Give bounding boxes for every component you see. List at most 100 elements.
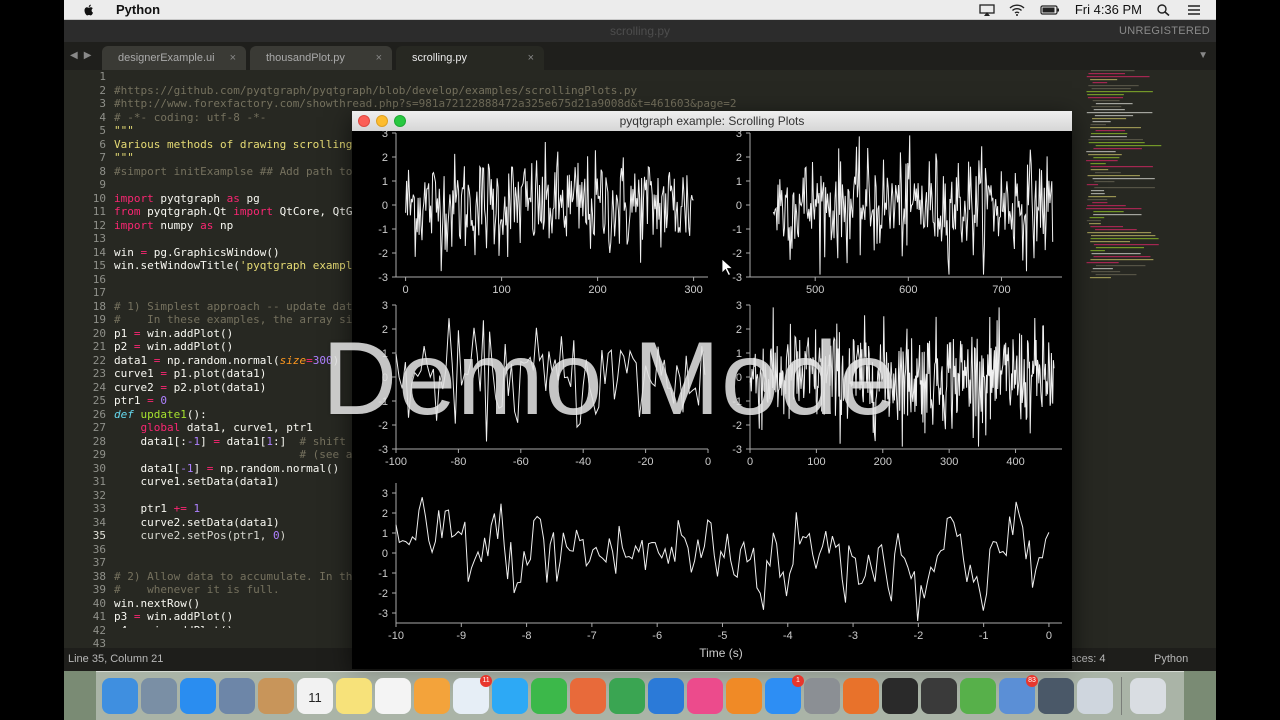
minimap-line — [1086, 184, 1099, 186]
code-token: curve1 — [114, 367, 161, 380]
tab-scrolling[interactable]: scrolling.py × — [396, 46, 544, 70]
dock-launchpad-icon[interactable] — [141, 678, 177, 714]
dock-ibooks-icon[interactable] — [726, 678, 762, 714]
minimap-line — [1093, 211, 1124, 213]
code-token: 1 — [266, 434, 273, 448]
dock-terminal-icon[interactable] — [882, 678, 918, 714]
zoom-window-button[interactable] — [394, 115, 406, 127]
minimap-line — [1090, 169, 1109, 171]
dock-facetime-icon[interactable] — [531, 678, 567, 714]
dock-app-store-icon[interactable]: 1 — [765, 675, 804, 714]
dock-movie-app-icon[interactable] — [1038, 678, 1074, 714]
line-number: 16 — [92, 272, 106, 286]
dock-finder-icon[interactable] — [102, 678, 138, 714]
code-token: #http://www.forexfactory.com/showthread.… — [114, 97, 737, 110]
spotlight-search-icon[interactable] — [1156, 3, 1172, 16]
dock-app-11-icon[interactable]: 11 — [453, 675, 492, 714]
y-tick-label: 3 — [382, 131, 388, 140]
minimap-line — [1088, 196, 1117, 198]
code-token: # 2) Allow data to accumulate. In thes — [114, 569, 366, 583]
dock-safari-icon[interactable] — [180, 678, 216, 714]
battery-icon[interactable] — [1039, 4, 1061, 16]
code-token: curve2.setData(data1) — [114, 515, 280, 529]
x-tick-label: -60 — [513, 456, 529, 468]
code-token: win.nextRow() — [114, 596, 201, 610]
line-number: 36 — [92, 542, 106, 556]
plot-1[interactable]: 3 2 1 0 -1 -2 -3 0 100 200 300 — [378, 131, 708, 296]
tab-nav-arrows-icon[interactable]: ◀▶ — [70, 50, 97, 61]
plot-5[interactable]: 3210-1-2-3-10 -9 -8 -7 -6 -5 -4 -3 -2 -1 0Time (s) — [378, 483, 1062, 660]
tab-designerexample[interactable]: designerExample.ui × — [102, 46, 246, 70]
minimap-line — [1087, 232, 1152, 234]
dock-messages-icon[interactable] — [492, 678, 528, 714]
code-token: 0 — [272, 529, 280, 542]
dock-keynote-paint-icon[interactable] — [570, 678, 606, 714]
dock-preview-icon[interactable] — [219, 678, 255, 714]
airplay-icon[interactable] — [979, 3, 995, 16]
code-token: data1 — [114, 353, 154, 367]
wifi-icon[interactable] — [1009, 3, 1025, 16]
dock-itunes-icon[interactable] — [687, 678, 723, 714]
y-tick-label: 0 — [382, 200, 388, 212]
dock-photos-icon[interactable] — [414, 678, 450, 714]
line-number: 20 — [92, 326, 106, 340]
notification-center-icon[interactable] — [1186, 4, 1202, 16]
code-token: np.random.normal() — [213, 461, 340, 475]
dock-qt-creator-icon[interactable] — [960, 678, 996, 714]
minimap[interactable] — [1084, 70, 1184, 300]
line-number: 22 — [92, 353, 106, 367]
clock[interactable]: Fri 4:36 PM — [1075, 2, 1142, 17]
dock-firefox-icon[interactable] — [843, 678, 879, 714]
code-token: win.addPlot() — [140, 326, 234, 340]
tab-thousandplot[interactable]: thousandPlot.py × — [250, 46, 392, 70]
x-tick-label: -5 — [718, 630, 728, 642]
line-number: 1 — [99, 70, 106, 83]
dock-keynote-icon[interactable] — [648, 678, 684, 714]
syntax-selector[interactable]: Python — [1154, 648, 1188, 671]
minimize-window-button[interactable] — [376, 115, 388, 127]
app-name-menu[interactable]: Python — [116, 2, 160, 17]
minimap-line — [1087, 199, 1108, 201]
close-icon[interactable]: × — [376, 46, 382, 70]
dock-app-83-icon[interactable]: 83 — [999, 675, 1038, 714]
x-tick-label: 200 — [874, 456, 892, 468]
y-tick-label: -3 — [378, 608, 388, 620]
close-icon[interactable]: × — [528, 46, 534, 70]
minimap-line — [1090, 133, 1128, 135]
dock-calendar-icon[interactable]: 11 — [297, 678, 333, 714]
close-window-button[interactable] — [358, 115, 370, 127]
dock-sublime-text-icon[interactable] — [921, 678, 957, 714]
apple-menu-icon[interactable] — [82, 3, 96, 17]
plot-2[interactable]: 3 2 1 0 -1 -2 -3 500 600 700 — [732, 131, 1062, 296]
tab-overflow-icon[interactable]: ▼ — [1198, 50, 1208, 61]
minimap-line — [1095, 103, 1133, 105]
minimap-line — [1090, 235, 1156, 237]
line-number: 37 — [92, 556, 106, 569]
minimap-line — [1086, 220, 1101, 222]
line-number: 30 — [92, 461, 106, 475]
code-token: win.addPlot() — [140, 340, 234, 353]
minimap-line — [1091, 253, 1141, 255]
y-tick-label: 3 — [736, 131, 742, 140]
line-number-gutter: 1 2 3 4 5 6 7 8 9 10 11 12 13 14 15 16 17 18 19 20 21 22 23 24 2… — [64, 70, 106, 650]
dock-numbers-icon[interactable] — [609, 678, 645, 714]
close-icon[interactable]: × — [230, 46, 236, 70]
dock-rocket-app-icon[interactable] — [1077, 678, 1113, 714]
minimap-line — [1086, 208, 1142, 210]
dock-trash-icon[interactable] — [1130, 678, 1166, 714]
dock-contacts-icon[interactable] — [258, 678, 294, 714]
dock-system-preferences-icon[interactable] — [804, 678, 840, 714]
y-tick-label: -1 — [378, 224, 388, 236]
dock-reminders-icon[interactable] — [375, 678, 411, 714]
code-token: data1, curve1, ptr1 — [180, 421, 313, 434]
code-token: # 1) Simplest approach -- update data — [114, 299, 366, 313]
x-tick-label: 700 — [992, 284, 1010, 296]
code-token: = — [160, 380, 167, 394]
indentation-setting[interactable]: aces: 4 — [1070, 648, 1105, 671]
line-number: 4 — [99, 110, 106, 124]
line-number: 41 — [92, 610, 106, 623]
dock-notes-icon[interactable] — [336, 678, 372, 714]
code-token: curve1.setData(data1) — [114, 475, 280, 488]
code-token: #simport initExamplse ## Add path to l — [114, 164, 366, 178]
line-number: 29 — [92, 448, 106, 461]
